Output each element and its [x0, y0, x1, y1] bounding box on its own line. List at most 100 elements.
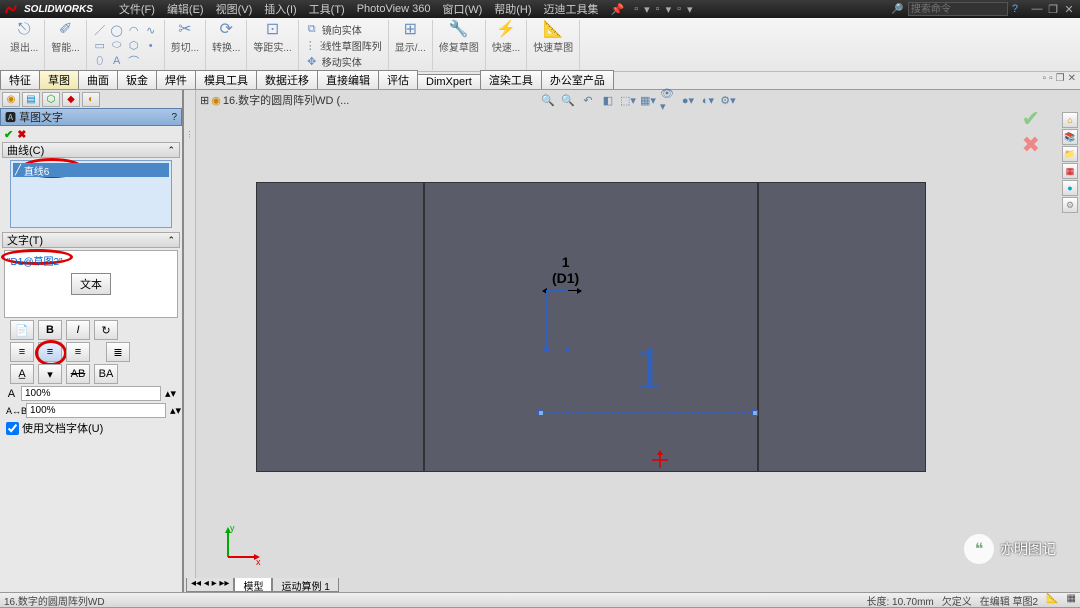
custom-icon[interactable]: ⚙: [1062, 197, 1078, 213]
ribbon-display[interactable]: ⊞显示/...: [389, 20, 433, 70]
doc-close-icon[interactable]: ✕: [1068, 73, 1076, 84]
collapse-icon[interactable]: ⌃: [167, 145, 175, 156]
tab-motion[interactable]: 运动算例 1: [272, 578, 338, 592]
doc-min-icon[interactable]: ▫: [1043, 73, 1047, 84]
appearance-icon[interactable]: ●▾: [680, 92, 696, 108]
line-endpoint[interactable]: [752, 410, 758, 416]
status-custom-icon[interactable]: ▦: [1067, 593, 1076, 608]
ribbon-move[interactable]: ✥移动实体: [305, 54, 382, 69]
zoom-fit-icon[interactable]: 🔍: [540, 92, 556, 108]
tab-weldment[interactable]: 焊件: [156, 70, 196, 89]
doc-max-icon[interactable]: ❐: [1056, 73, 1065, 84]
flip-h-button[interactable]: ▾: [38, 364, 62, 384]
qat-save-icon[interactable]: ▫: [656, 3, 660, 16]
display-style-icon[interactable]: ▦▾: [640, 92, 656, 108]
construction-line[interactable]: [541, 412, 755, 413]
window-restore-icon[interactable]: ❐: [1046, 3, 1060, 16]
library-icon[interactable]: 📚: [1062, 129, 1078, 145]
fm-tab-config-icon[interactable]: ⬡: [42, 92, 60, 107]
window-min-icon[interactable]: —: [1030, 3, 1044, 16]
menu-tools[interactable]: 工具(T): [309, 1, 345, 17]
explorer-icon[interactable]: 📁: [1062, 146, 1078, 162]
status-unit-icon[interactable]: 📐: [1046, 593, 1058, 608]
menu-help[interactable]: 帮助(H): [494, 1, 531, 17]
menu-edit[interactable]: 编辑(E): [167, 1, 204, 17]
curve-section-header[interactable]: 曲线(C) ⌃: [2, 142, 180, 158]
viewpal-icon[interactable]: ▦: [1062, 163, 1078, 179]
fm-tab-feature-icon[interactable]: ◉: [2, 92, 20, 107]
rotate-button[interactable]: ↻: [94, 320, 118, 340]
breadcrumb[interactable]: ⊞ ◉ 16.数字的圆周阵列WD (...: [200, 92, 349, 108]
align-center-button[interactable]: ≡: [38, 342, 62, 362]
menu-window[interactable]: 窗口(W): [443, 1, 483, 17]
pm-cancel-icon[interactable]: ✖: [17, 128, 26, 141]
line-endpoint[interactable]: [538, 410, 544, 416]
bold-button[interactable]: B: [38, 320, 62, 340]
flyout-handle-icon[interactable]: ⋮: [186, 130, 194, 139]
view-settings-icon[interactable]: ⚙▾: [720, 92, 736, 108]
hide-show-icon[interactable]: 👁▾: [660, 92, 676, 108]
fm-tab-property-icon[interactable]: ▤: [22, 92, 40, 107]
point-icon[interactable]: •: [144, 40, 158, 52]
line-icon[interactable]: ／: [93, 22, 107, 38]
ribbon-trim[interactable]: ✂剪切...: [165, 20, 206, 70]
search-input[interactable]: [908, 2, 1008, 16]
use-doc-font-checkbox[interactable]: [6, 422, 19, 435]
ribbon-quick[interactable]: ⚡快速...: [486, 20, 527, 70]
spinner-icon[interactable]: ▴▾: [165, 387, 176, 400]
tab-migrate[interactable]: 数据迁移: [256, 70, 318, 89]
view-orient-icon[interactable]: ⬚▾: [620, 92, 636, 108]
tab-evaluate[interactable]: 评估: [378, 70, 418, 89]
expand-icon[interactable]: ⊞: [200, 94, 209, 107]
ribbon-repair[interactable]: 🔧修复草图: [433, 20, 486, 70]
circle-icon[interactable]: ◯: [110, 24, 124, 37]
section-icon[interactable]: ◧: [600, 92, 616, 108]
align-right-button[interactable]: ≡: [66, 342, 90, 362]
tab-model[interactable]: 模型: [234, 578, 272, 592]
confirm-cancel-icon[interactable]: ✖: [1022, 132, 1040, 158]
kerning2-button[interactable]: BA: [94, 364, 118, 384]
kerning-button[interactable]: AB: [66, 364, 90, 384]
scene-icon[interactable]: ◐▾: [700, 92, 716, 108]
slot-icon[interactable]: ⬭: [110, 39, 124, 52]
zoom-area-icon[interactable]: 🔍: [560, 92, 576, 108]
tab-surface[interactable]: 曲面: [78, 70, 118, 89]
help-icon[interactable]: ?: [1012, 3, 1018, 15]
text-input-box[interactable]: "D1@草图2" 文本: [4, 250, 178, 318]
appearances-icon[interactable]: ●: [1062, 180, 1078, 196]
fm-tab-display-icon[interactable]: ◐: [82, 92, 100, 107]
orient-button[interactable]: 📄: [10, 320, 34, 340]
pm-ok-icon[interactable]: ✔: [4, 128, 13, 141]
spline-icon[interactable]: ∿: [144, 24, 158, 37]
text-icon[interactable]: A: [110, 55, 124, 67]
tab-mold[interactable]: 模具工具: [195, 70, 257, 89]
menu-file[interactable]: 文件(F): [119, 1, 155, 17]
ribbon-convert[interactable]: ⟳转换...: [206, 20, 247, 70]
ellipse-icon[interactable]: ⬯: [93, 55, 107, 68]
qat-open-icon[interactable]: ▾: [644, 3, 650, 16]
dimension-label[interactable]: 1 (D1): [552, 254, 579, 286]
link-text-button[interactable]: 文本: [71, 273, 111, 295]
confirm-ok-icon[interactable]: ✔: [1022, 106, 1040, 132]
graphics-area[interactable]: ▫ ▫ ❐ ✕ ⊞ ◉ 16.数字的圆周阵列WD (... 🔍 🔍 ↶ ◧ ⬚▾…: [196, 90, 1080, 592]
ribbon-offset[interactable]: ⊡等距实...: [247, 20, 298, 70]
width-input[interactable]: [21, 386, 161, 401]
menu-pin-icon[interactable]: 📌: [611, 3, 625, 16]
flip-v-button[interactable]: A̲: [10, 364, 34, 384]
align-full-button[interactable]: ≣: [106, 342, 130, 362]
align-left-button[interactable]: ≡: [10, 342, 34, 362]
tab-render[interactable]: 渲染工具: [480, 70, 542, 89]
resources-icon[interactable]: ⌂: [1062, 112, 1078, 128]
tab-direct[interactable]: 直接编辑: [317, 70, 379, 89]
doc-restore-icon[interactable]: ▫: [1049, 73, 1053, 84]
curve-selection-box[interactable]: ╱ 直线6: [10, 160, 172, 228]
tab-dimxpert[interactable]: DimXpert: [417, 74, 481, 89]
sketch-rectangle[interactable]: [546, 290, 568, 350]
qat-print-icon[interactable]: ▾: [666, 3, 672, 16]
sketch-text-char[interactable]: 1: [634, 338, 664, 398]
tab-office[interactable]: 办公室产品: [541, 70, 614, 89]
italic-button[interactable]: I: [66, 320, 90, 340]
polygon-icon[interactable]: ⬡: [127, 39, 141, 52]
menu-insert[interactable]: 插入(I): [264, 1, 296, 17]
qat-new-icon[interactable]: ▫: [634, 3, 638, 16]
